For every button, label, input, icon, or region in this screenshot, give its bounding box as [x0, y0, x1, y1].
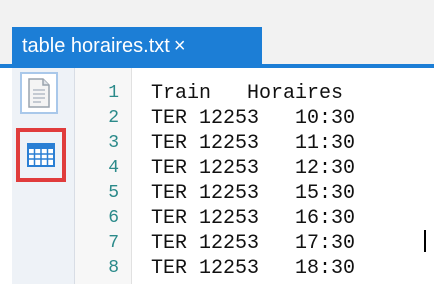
line-number: 2	[108, 108, 119, 128]
line-number: 5	[108, 183, 119, 203]
line-text[interactable]: TER 12253 15:30	[151, 181, 355, 206]
line-text[interactable]: TER 12253 16:30	[151, 206, 355, 231]
line-number: 3	[108, 133, 119, 153]
line-text[interactable]: TER 12253 11:30	[151, 131, 355, 156]
line-number: 4	[108, 158, 119, 178]
text-editor[interactable]: 1 Train Horaires 2 TER 12253 10:30 3 TER…	[75, 68, 434, 284]
tab-title: table horaires.txt	[22, 35, 170, 57]
document-icon	[28, 78, 50, 108]
editor-line[interactable]: 7 TER 12253 17:30	[75, 231, 434, 256]
line-number: 7	[108, 233, 119, 253]
line-number: 1	[108, 83, 119, 103]
table-grid-icon	[27, 143, 55, 167]
line-text[interactable]: Train Horaires	[151, 81, 343, 106]
file-tab[interactable]: table horaires.txt ×	[12, 27, 262, 64]
text-caret	[424, 230, 426, 252]
editor-line[interactable]: 5 TER 12253 15:30	[75, 181, 434, 206]
editor-line[interactable]: 6 TER 12253 16:30	[75, 206, 434, 231]
table-view-button[interactable]	[16, 128, 66, 182]
line-text[interactable]: TER 12253 10:30	[151, 106, 355, 131]
line-text[interactable]: TER 12253 17:30	[151, 231, 355, 256]
editor-line[interactable]: 8 TER 12253 18:30	[75, 256, 434, 281]
line-number: 6	[108, 208, 119, 228]
editor-line[interactable]: 3 TER 12253 11:30	[75, 131, 434, 156]
view-sidebar	[12, 68, 75, 284]
text-view-button[interactable]	[20, 72, 58, 114]
line-text[interactable]: TER 12253 18:30	[151, 256, 355, 281]
close-icon[interactable]: ×	[174, 35, 186, 57]
editor-line[interactable]: 2 TER 12253 10:30	[75, 106, 434, 131]
editor-line[interactable]: 4 TER 12253 12:30	[75, 156, 434, 181]
line-number: 8	[108, 258, 119, 278]
tab-bar: table horaires.txt ×	[0, 0, 434, 64]
editor-line[interactable]: 1 Train Horaires	[75, 81, 434, 106]
line-text[interactable]: TER 12253 12:30	[151, 156, 355, 181]
